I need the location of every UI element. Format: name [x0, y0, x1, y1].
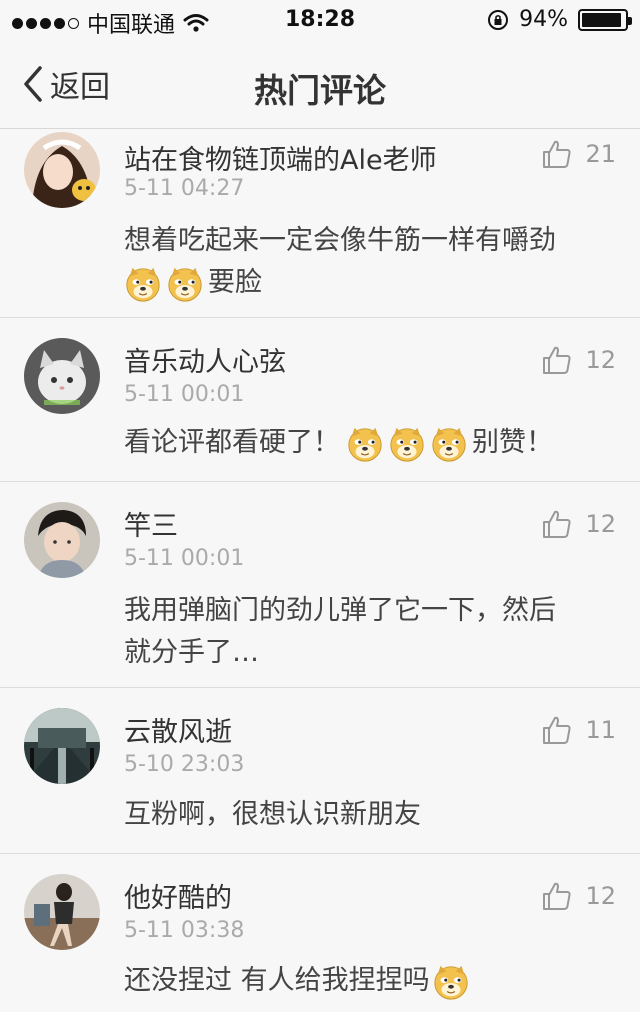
battery-level: [582, 12, 622, 27]
page-title: 热门评论: [254, 71, 386, 110]
comment-time: 5-11 00:01: [124, 546, 245, 571]
comment-text: 互粉啊，很想认识新朋友: [124, 794, 614, 836]
like-button[interactable]: 21: [541, 138, 616, 170]
comment-time: 5-11 00:01: [124, 382, 245, 407]
nav-bar: 返回 热门评论: [0, 40, 640, 129]
comment-item: 站在食物链顶端的Ale老师 5-11 04:27 21 想着吃起来一定会像牛筋一…: [0, 130, 640, 318]
like-button[interactable]: 12: [541, 508, 616, 540]
avatar[interactable]: [24, 708, 100, 784]
like-count: 12: [585, 882, 616, 910]
like-count: 11: [585, 716, 616, 744]
doge-emoji-icon: [432, 963, 470, 1001]
comment-list: 站在食物链顶端的Ale老师 5-11 04:27 21 想着吃起来一定会像牛筋一…: [0, 130, 640, 1012]
comment-text-tail: 别赞！: [472, 427, 553, 458]
comment-text-line: 就分手了…: [124, 637, 259, 668]
comment-author[interactable]: 站在食物链顶端的Ale老师: [124, 138, 437, 177]
like-button[interactable]: 11: [541, 714, 616, 746]
doge-emoji-icon: [430, 425, 468, 463]
thumbs-up-icon: [541, 714, 573, 746]
avatar[interactable]: [24, 132, 100, 208]
comment-author[interactable]: 他好酷的: [124, 876, 232, 915]
comment-text-line: 互粉啊，很想认识新朋友: [124, 799, 421, 830]
comment-text-line: 还没捏过 有人给我捏捏吗: [124, 965, 430, 996]
avatar[interactable]: [24, 502, 100, 578]
comment-text: 看论评都看硬了！ 别赞！: [124, 422, 614, 464]
comment-text: 还没捏过 有人给我捏捏吗: [124, 960, 614, 1002]
comment-author[interactable]: 音乐动人心弦: [124, 340, 286, 379]
comment-author[interactable]: 云散风逝: [124, 710, 232, 749]
doge-emoji-icon: [124, 265, 162, 303]
comment-text-tail: 要脸: [208, 267, 262, 298]
comment-item: 音乐动人心弦 5-11 00:01 12 看论评都看硬了！ 别赞！: [0, 318, 640, 482]
battery-icon: [578, 8, 632, 31]
like-count: 12: [585, 510, 616, 538]
doge-emoji-icon: [346, 425, 384, 463]
avatar[interactable]: [24, 338, 100, 414]
comment-text-line: 要脸: [124, 262, 614, 304]
comment-text: 我用弹脑门的劲儿弹了它一下，然后 就分手了…: [124, 590, 614, 674]
avatar[interactable]: [24, 874, 100, 950]
comment-time: 5-10 23:03: [124, 752, 245, 777]
battery-percent: 94%: [519, 7, 568, 32]
comment-text-line: 想着吃起来一定会像牛筋一样有嚼劲: [124, 225, 556, 256]
comment-text-line: 看论评都看硬了！: [124, 427, 340, 458]
like-count: 12: [585, 346, 616, 374]
thumbs-up-icon: [541, 344, 573, 376]
comment-item: 他好酷的 5-11 03:38 12 还没捏过 有人给我捏捏吗: [0, 854, 640, 1012]
rotation-lock-icon: [488, 9, 509, 30]
like-button[interactable]: 12: [541, 880, 616, 912]
comment-time: 5-11 04:27: [124, 176, 245, 201]
like-count: 21: [585, 140, 616, 168]
thumbs-up-icon: [541, 880, 573, 912]
thumbs-up-icon: [541, 508, 573, 540]
comment-item: 竿三 5-11 00:01 12 我用弹脑门的劲儿弹了它一下，然后 就分手了…: [0, 482, 640, 688]
doge-emoji-icon: [388, 425, 426, 463]
comment-text: 想着吃起来一定会像牛筋一样有嚼劲 要脸: [124, 220, 614, 304]
status-bar: 中国联通 18:28 94%: [0, 0, 640, 40]
comment-time: 5-11 03:38: [124, 918, 245, 943]
like-button[interactable]: 12: [541, 344, 616, 376]
thumbs-up-icon: [541, 138, 573, 170]
doge-emoji-icon: [166, 265, 204, 303]
comment-item: 云散风逝 5-10 23:03 11 互粉啊，很想认识新朋友: [0, 688, 640, 854]
comment-author[interactable]: 竿三: [124, 504, 178, 543]
comment-text-line: 我用弹脑门的劲儿弹了它一下，然后: [124, 595, 556, 626]
status-right: 94%: [487, 7, 632, 32]
